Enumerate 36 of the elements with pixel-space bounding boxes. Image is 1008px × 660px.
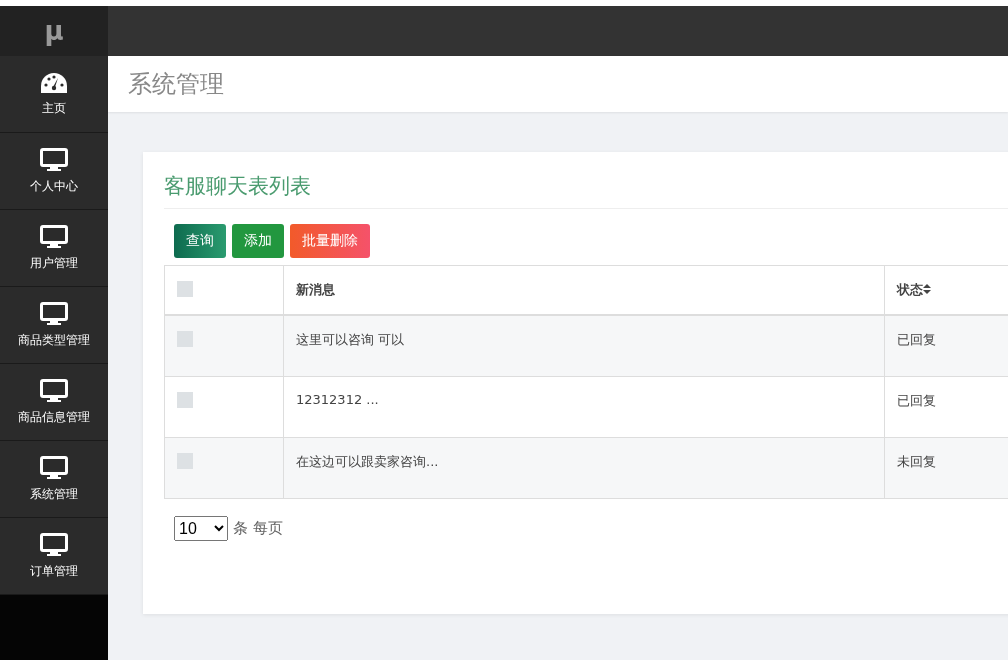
checkbox[interactable]	[177, 331, 193, 347]
sidebar-label: 个人中心	[30, 177, 78, 195]
sidebar-item[interactable]: 商品信息管理	[0, 364, 108, 441]
sidebar-label: 主页	[42, 99, 66, 117]
monitor-icon	[40, 301, 68, 326]
page-title: 系统管理	[128, 69, 224, 100]
checkbox[interactable]	[177, 452, 193, 469]
logo: μ	[0, 6, 108, 56]
table-cell: 12312312 ...	[283, 376, 885, 437]
sidebar-label: 用户管理	[30, 254, 78, 272]
sidebar-item[interactable]: 个人中心	[0, 133, 108, 210]
sidebar-label: 商品信息管理	[18, 408, 90, 426]
search-button[interactable]: 查询	[174, 224, 226, 258]
sidebar-item[interactable]: 订单管理	[0, 518, 108, 595]
sidebar-label: 订单管理	[30, 562, 78, 580]
monitor-icon	[40, 147, 68, 172]
table-cell: 这里可以咨询 可以	[283, 315, 885, 376]
add-button[interactable]: 添加	[232, 224, 284, 258]
sort-icon	[923, 284, 931, 294]
sidebar-label: 商品类型管理	[18, 331, 90, 349]
checkbox[interactable]	[177, 280, 193, 297]
page-size-label: 条 每页	[233, 518, 283, 538]
card-title: 客服聊天表列表	[164, 172, 1008, 209]
sidebar-item[interactable]: 主页	[0, 56, 108, 133]
monitor-icon	[40, 532, 68, 557]
sidebar-item[interactable]: 系统管理	[0, 441, 108, 518]
dashboard-icon	[40, 71, 68, 94]
table-cell: 在这边可以跟卖家咨询...	[283, 437, 885, 498]
checkbox[interactable]	[177, 391, 193, 408]
monitor-icon	[40, 378, 68, 403]
monitor-icon	[40, 224, 68, 249]
sidebar-item[interactable]: 商品类型管理	[0, 287, 108, 364]
sidebar-item[interactable]: 用户管理	[0, 210, 108, 287]
sidebar-label: 系统管理	[30, 485, 78, 503]
page-size-select[interactable]: 10	[174, 515, 228, 541]
monitor-icon	[40, 455, 68, 480]
